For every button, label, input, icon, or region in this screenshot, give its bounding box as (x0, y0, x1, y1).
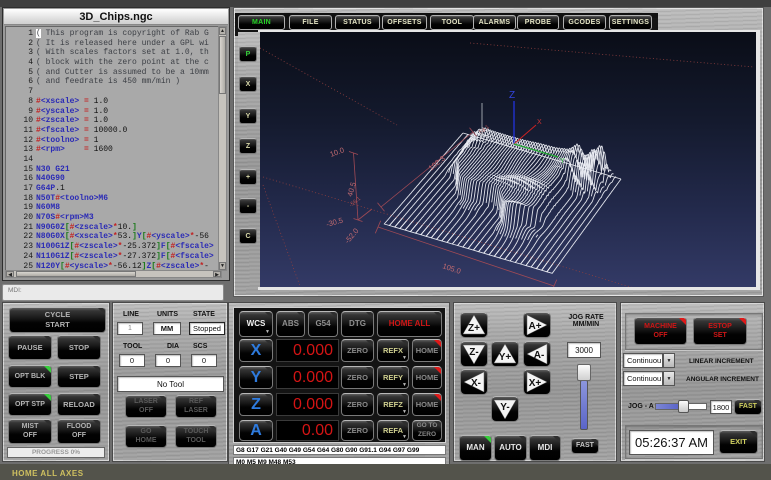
svg-text:X: X (537, 119, 542, 126)
svg-text:Y+: Y+ (499, 352, 512, 363)
svg-text:-30.5: -30.5 (325, 216, 344, 229)
svg-text:-56.1: -56.1 (348, 196, 362, 209)
svg-text:A-: A- (534, 350, 545, 361)
svg-text:X-: X- (471, 378, 481, 389)
svg-text:-52.0: -52.0 (343, 226, 361, 245)
svg-text:Y: Y (560, 158, 565, 165)
svg-text:Y-: Y- (500, 402, 509, 413)
svg-text:A+: A+ (528, 321, 541, 332)
svg-text:X+: X+ (529, 378, 542, 389)
svg-text:105.0: 105.0 (441, 261, 462, 275)
svg-text:Z-: Z- (469, 347, 478, 358)
svg-text:10.0: 10.0 (329, 145, 346, 158)
svg-text:Z+: Z+ (468, 323, 480, 334)
svg-text:Z: Z (509, 90, 515, 101)
